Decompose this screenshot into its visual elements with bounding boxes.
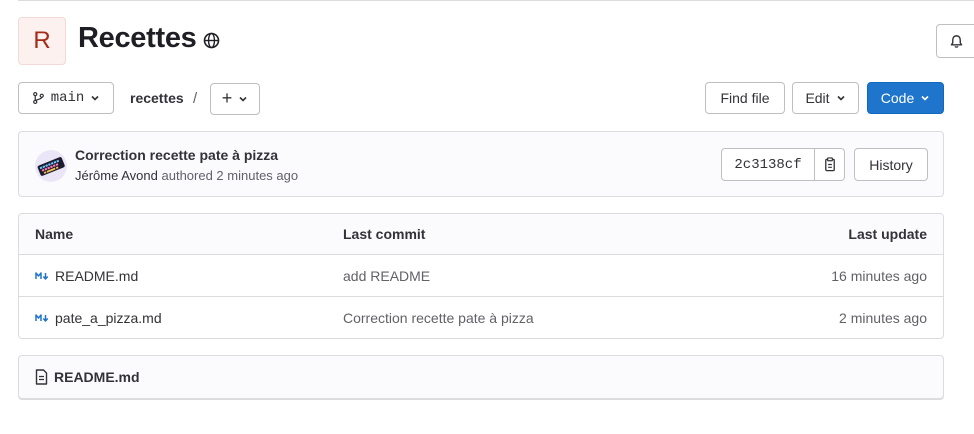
- file-last-commit-link[interactable]: Correction recette pate à pizza: [343, 297, 534, 338]
- chevron-down-icon: [239, 96, 247, 102]
- readme-filename[interactable]: README.md: [54, 369, 140, 385]
- column-header-last-commit: Last commit: [343, 226, 426, 242]
- add-to-tree-dropdown[interactable]: +: [210, 83, 260, 115]
- edit-dropdown-button[interactable]: Edit: [792, 82, 859, 114]
- file-last-update: 16 minutes ago: [831, 267, 927, 284]
- project-title[interactable]: Recettes: [78, 22, 197, 55]
- history-button[interactable]: History: [854, 148, 928, 181]
- history-label: History: [869, 156, 913, 173]
- commit-author-link[interactable]: Jérôme Avond: [75, 168, 158, 183]
- commit-sha-group: 2c3138cf: [721, 148, 845, 181]
- readme-header[interactable]: README.md: [35, 356, 140, 398]
- branch-name: main: [50, 90, 85, 106]
- column-header-name: Name: [35, 226, 74, 242]
- breadcrumb-repo-link[interactable]: recettes: [130, 90, 184, 106]
- code-label: Code: [880, 90, 915, 106]
- commit-title-link[interactable]: Correction recette pate à pizza: [75, 147, 278, 163]
- file-link[interactable]: README.md: [55, 268, 138, 284]
- markdown-icon: [35, 271, 49, 280]
- file-name-cell[interactable]: pate_a_pizza.md: [35, 297, 162, 338]
- find-file-button[interactable]: Find file: [705, 82, 785, 114]
- commit-authored-time: authored 2 minutes ago: [161, 168, 299, 183]
- readme-panel: README.md: [18, 355, 944, 399]
- chevron-down-icon: [921, 95, 929, 101]
- top-divider: [18, 0, 974, 1]
- table-row[interactable]: pate_a_pizza.md Correction recette pate …: [19, 297, 943, 338]
- branch-selector[interactable]: main: [18, 82, 114, 114]
- last-commit-panel: Correction recette pate à pizza Jérôme A…: [18, 131, 944, 197]
- document-icon: [35, 369, 48, 385]
- column-header-last-update: Last update: [848, 226, 927, 242]
- commit-meta: Jérôme Avond authored 2 minutes ago: [75, 168, 298, 183]
- bell-icon: [950, 34, 963, 48]
- notification-button[interactable]: [936, 24, 974, 58]
- file-name-cell[interactable]: README.md: [35, 255, 138, 296]
- globe-icon: [203, 32, 220, 49]
- file-link[interactable]: pate_a_pizza.md: [55, 310, 162, 326]
- code-dropdown-button[interactable]: Code: [867, 82, 944, 114]
- copy-icon: [824, 157, 835, 172]
- chevron-down-icon: [91, 95, 99, 101]
- plus-icon: +: [221, 88, 233, 108]
- file-last-commit-link[interactable]: add README: [343, 255, 430, 296]
- edit-label: Edit: [805, 90, 830, 106]
- chevron-down-icon: [836, 95, 845, 101]
- file-last-update: 2 minutes ago: [839, 310, 927, 326]
- commit-sha[interactable]: 2c3138cf: [721, 148, 815, 181]
- breadcrumb-separator: /: [193, 90, 198, 107]
- markdown-icon: [35, 314, 49, 322]
- author-avatar[interactable]: [35, 150, 67, 182]
- file-tree-table: Name Last commit Last update README.md a…: [18, 213, 944, 339]
- find-file-label: Find file: [720, 90, 770, 106]
- project-avatar[interactable]: R: [18, 17, 66, 65]
- table-row[interactable]: README.md add README 16 minutes ago: [19, 255, 943, 297]
- table-header: Name Last commit Last update: [19, 214, 943, 255]
- branch-icon: [32, 91, 44, 105]
- copy-sha-button[interactable]: [815, 148, 845, 181]
